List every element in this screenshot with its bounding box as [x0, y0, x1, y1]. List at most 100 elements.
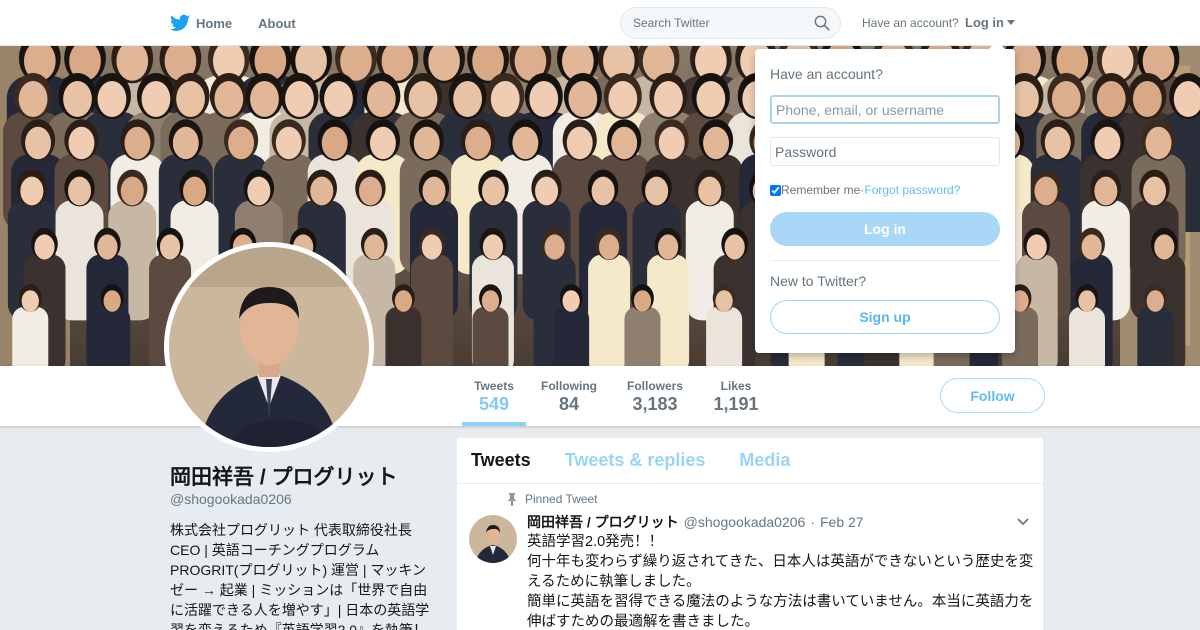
pinned-tweet[interactable]: Pinned Tweet 岡田祥吾 / プログリット @shogookada02…: [457, 484, 1043, 630]
crowd-figure: [1051, 81, 1081, 117]
profile-bio: 株式会社プログリット 代表取締役社長CEO | 英語コーチングプログラム PRO…: [170, 522, 430, 630]
signup-button[interactable]: Sign up: [770, 300, 1000, 334]
tweet-avatar[interactable]: [469, 515, 517, 563]
crowd-figure: [120, 176, 144, 206]
stat-tweets[interactable]: Tweets 549: [462, 366, 526, 426]
tweet-separator: ·: [810, 514, 815, 530]
nav-home-label: Home: [196, 15, 233, 31]
tweet-date[interactable]: Feb 27: [820, 514, 864, 530]
crowd-figure: [369, 126, 396, 160]
tweet-author-handle[interactable]: @shogookada0206: [684, 514, 806, 530]
remember-me-label[interactable]: Remember me: [781, 183, 860, 197]
crowd-figure: [544, 234, 565, 260]
search-box: [620, 7, 841, 39]
crowd-figure: [366, 81, 396, 117]
crowd-figure: [591, 176, 615, 206]
profile-handle: @shogookada0206: [170, 491, 292, 507]
search-icon[interactable]: [814, 15, 830, 31]
timeline: Tweets Tweets & replies Media Pinned Twe…: [456, 437, 1044, 630]
crowd-figure: [654, 81, 683, 117]
crowd-figure: [247, 176, 271, 206]
crowd-figure: [68, 126, 95, 160]
crowd-figure: [624, 306, 661, 366]
crowd-figure: [1081, 234, 1102, 260]
crowd-figure: [12, 306, 49, 366]
crowd-figure: [408, 81, 438, 117]
crowd-figure: [250, 81, 279, 117]
remember-me-checkbox[interactable]: [770, 184, 781, 196]
pinned-label: Pinned Tweet: [525, 492, 598, 506]
crowd-figure: [1094, 126, 1121, 160]
crowd-figure: [422, 176, 446, 206]
dropdown-divider: [770, 260, 1000, 261]
crowd-figure: [103, 290, 121, 312]
nav-about[interactable]: About: [258, 16, 296, 31]
pinned-indicator: Pinned Tweet: [507, 492, 598, 506]
stat-value: 84: [558, 394, 580, 414]
login-button[interactable]: Log in: [770, 212, 1000, 246]
tweet-line: 英語学習2.0発売！！: [527, 534, 664, 550]
crowd-figure: [1026, 234, 1047, 260]
crowd-figure: [68, 176, 92, 206]
follow-button[interactable]: Follow: [940, 378, 1045, 413]
crowd-figure: [1145, 126, 1172, 160]
crowd-figure: [394, 290, 413, 312]
crowd-figure: [599, 234, 620, 260]
crowd-figure: [321, 126, 348, 160]
crowd-figure: [568, 81, 598, 117]
tweet-text: 英語学習2.0発売！！ 何十年も変わらず繰り返されてきた、日本人は英語ができない…: [527, 532, 1037, 630]
tweet-line: 何十年も変わらず繰り返されてきた、日本人は英語ができないという歴史を変えるために…: [527, 554, 1034, 590]
tweet-author-name[interactable]: 岡田祥吾 / プログリット: [527, 512, 679, 532]
tweet-header: 岡田祥吾 / プログリット @shogookada0206 · Feb 27: [527, 512, 864, 532]
crowd-figure: [1034, 176, 1058, 206]
crowd-figure: [608, 81, 638, 117]
stat-label: Following: [541, 379, 597, 393]
tab-media[interactable]: Media: [739, 450, 790, 471]
crowd-figure: [310, 176, 334, 206]
crowd-figure: [97, 81, 127, 117]
login-dropdown-toggle[interactable]: Log in: [965, 15, 1015, 30]
chevron-down-icon[interactable]: [1017, 518, 1029, 526]
username-field[interactable]: [770, 95, 1000, 124]
login-dropdown: Have an account? Remember me · Forgot pa…: [755, 41, 1015, 353]
crowd-figure: [512, 126, 539, 160]
stat-likes[interactable]: Likes 1,191: [710, 366, 762, 426]
crowd-figure: [715, 290, 733, 312]
tab-tweets[interactable]: Tweets: [471, 450, 531, 471]
crowd-figure: [472, 306, 509, 366]
crowd-figure: [481, 290, 500, 312]
crowd-figure: [553, 306, 590, 366]
stat-followers[interactable]: Followers 3,183: [622, 366, 688, 426]
stat-following[interactable]: Following 84: [538, 366, 600, 426]
search-input[interactable]: [633, 8, 813, 38]
crowd-figure: [172, 126, 199, 160]
tab-tweets-and-replies[interactable]: Tweets & replies: [565, 450, 706, 471]
crowd-figure: [633, 290, 652, 312]
crowd-figure: [703, 126, 730, 160]
crowd-figure: [645, 176, 669, 206]
crowd-figure: [658, 234, 679, 260]
crowd-figure: [1143, 176, 1167, 206]
stat-value: 549: [478, 394, 510, 414]
crowd-figure: [21, 290, 39, 312]
crowd-figure: [482, 234, 503, 260]
login-dropdown-title: Have an account?: [770, 66, 883, 82]
crowd-figure: [1137, 306, 1174, 366]
crowd-figure: [658, 126, 685, 160]
password-field[interactable]: [770, 137, 1000, 166]
crowd-figure: [1094, 176, 1118, 206]
profile-avatar[interactable]: [164, 242, 374, 452]
nav-home[interactable]: Home: [170, 14, 232, 32]
crowd-figure: [481, 176, 506, 206]
timeline-tabs: Tweets Tweets & replies Media: [457, 438, 1043, 484]
crowd-figure: [562, 290, 580, 312]
stat-value: 1,191: [713, 394, 759, 414]
login-link-label: Log in: [965, 15, 1004, 30]
new-to-twitter-prompt: New to Twitter?: [770, 273, 867, 289]
remember-row: Remember me · Forgot password?: [770, 183, 960, 197]
forgot-password-link[interactable]: Forgot password?: [864, 183, 960, 197]
crowd-figure: [1132, 81, 1162, 117]
crowd-figure: [275, 126, 302, 160]
crowd-figure: [214, 81, 244, 117]
account-prompt: Have an account?: [862, 16, 959, 30]
